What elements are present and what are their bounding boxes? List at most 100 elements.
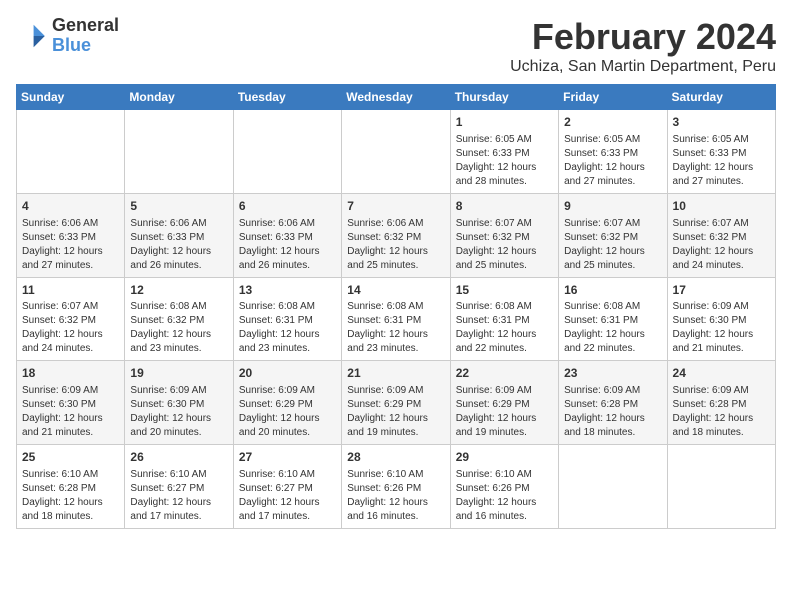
cell-info: Sunrise: 6:08 AM Sunset: 6:31 PM Dayligh… <box>564 300 661 356</box>
day-number: 12 <box>130 282 227 299</box>
day-number: 19 <box>130 365 227 382</box>
calendar-cell: 6Sunrise: 6:06 AM Sunset: 6:33 PM Daylig… <box>233 193 341 277</box>
day-number: 10 <box>673 198 770 215</box>
cell-info: Sunrise: 6:07 AM Sunset: 6:32 PM Dayligh… <box>22 300 119 356</box>
calendar-cell <box>17 110 125 194</box>
calendar-cell: 13Sunrise: 6:08 AM Sunset: 6:31 PM Dayli… <box>233 277 341 361</box>
calendar-cell: 16Sunrise: 6:08 AM Sunset: 6:31 PM Dayli… <box>559 277 667 361</box>
calendar-cell: 5 Sunrise: 6:06 AM Sunset: 6:33 PM Daylig… <box>125 193 233 277</box>
cell-info: Sunrise: 6:10 AM Sunset: 6:28 PM Dayligh… <box>22 468 119 524</box>
calendar-cell <box>233 110 341 194</box>
day-number: 18 <box>22 365 119 382</box>
day-number: 14 <box>347 282 444 299</box>
cell-info: Sunrise: 6:05 AM Sunset: 6:33 PM Dayligh… <box>564 133 661 189</box>
calendar-week-3: 11Sunrise: 6:07 AM Sunset: 6:32 PM Dayli… <box>17 277 776 361</box>
weekday-header-monday: Monday <box>125 85 233 110</box>
cell-info: Sunrise: 6:08 AM Sunset: 6:31 PM Dayligh… <box>456 300 553 356</box>
calendar-cell: 2 Sunrise: 6:05 AM Sunset: 6:33 PM Daylig… <box>559 110 667 194</box>
calendar-cell: 11Sunrise: 6:07 AM Sunset: 6:32 PM Dayli… <box>17 277 125 361</box>
calendar-cell: 9 Sunrise: 6:07 AM Sunset: 6:32 PM Daylig… <box>559 193 667 277</box>
day-number: 24 <box>673 365 770 382</box>
day-number: 4 <box>22 198 119 215</box>
cell-info: Sunrise: 6:06 AM Sunset: 6:32 PM Dayligh… <box>347 217 444 273</box>
cell-info: Sunrise: 6:10 AM Sunset: 6:26 PM Dayligh… <box>456 468 553 524</box>
header: General Blue February 2024 Uchiza, San M… <box>16 16 776 76</box>
calendar-week-2: 4 Sunrise: 6:06 AM Sunset: 6:33 PM Daylig… <box>17 193 776 277</box>
calendar-cell: 21 Sunrise: 6:09 AM Sunset: 6:29 PM Dayli… <box>342 361 450 445</box>
cell-info: Sunrise: 6:09 AM Sunset: 6:29 PM Dayligh… <box>239 384 336 440</box>
cell-info: Sunrise: 6:09 AM Sunset: 6:29 PM Dayligh… <box>456 384 553 440</box>
cell-info: Sunrise: 6:08 AM Sunset: 6:31 PM Dayligh… <box>239 300 336 356</box>
cell-info: Sunrise: 6:06 AM Sunset: 6:33 PM Dayligh… <box>130 217 227 273</box>
cell-info: Sunrise: 6:09 AM Sunset: 6:29 PM Dayligh… <box>347 384 444 440</box>
day-number: 9 <box>564 198 661 215</box>
cell-info: Sunrise: 6:07 AM Sunset: 6:32 PM Dayligh… <box>456 217 553 273</box>
day-number: 11 <box>22 282 119 299</box>
calendar-cell: 29 Sunrise: 6:10 AM Sunset: 6:26 PM Dayli… <box>450 445 558 529</box>
logo-icon <box>16 20 48 52</box>
calendar-cell: 20 Sunrise: 6:09 AM Sunset: 6:29 PM Dayli… <box>233 361 341 445</box>
cell-info: Sunrise: 6:09 AM Sunset: 6:30 PM Dayligh… <box>22 384 119 440</box>
calendar-cell: 8 Sunrise: 6:07 AM Sunset: 6:32 PM Daylig… <box>450 193 558 277</box>
weekday-header-tuesday: Tuesday <box>233 85 341 110</box>
calendar-cell: 18 Sunrise: 6:09 AM Sunset: 6:30 PM Dayli… <box>17 361 125 445</box>
calendar-cell <box>667 445 775 529</box>
weekday-header-friday: Friday <box>559 85 667 110</box>
calendar-cell: 12Sunrise: 6:08 AM Sunset: 6:32 PM Dayli… <box>125 277 233 361</box>
cell-info: Sunrise: 6:09 AM Sunset: 6:28 PM Dayligh… <box>673 384 770 440</box>
day-number: 26 <box>130 449 227 466</box>
cell-info: Sunrise: 6:06 AM Sunset: 6:33 PM Dayligh… <box>22 217 119 273</box>
cell-info: Sunrise: 6:07 AM Sunset: 6:32 PM Dayligh… <box>564 217 661 273</box>
calendar-cell: 27Sunrise: 6:10 AM Sunset: 6:27 PM Dayli… <box>233 445 341 529</box>
day-number: 28 <box>347 449 444 466</box>
day-number: 7 <box>347 198 444 215</box>
calendar-cell <box>342 110 450 194</box>
cell-info: Sunrise: 6:05 AM Sunset: 6:33 PM Dayligh… <box>673 133 770 189</box>
day-number: 25 <box>22 449 119 466</box>
cell-info: Sunrise: 6:09 AM Sunset: 6:30 PM Dayligh… <box>673 300 770 356</box>
calendar-cell: 3 Sunrise: 6:05 AM Sunset: 6:33 PM Daylig… <box>667 110 775 194</box>
day-number: 17 <box>673 282 770 299</box>
calendar-cell: 26 Sunrise: 6:10 AM Sunset: 6:27 PM Dayli… <box>125 445 233 529</box>
cell-info: Sunrise: 6:10 AM Sunset: 6:27 PM Dayligh… <box>130 468 227 524</box>
day-number: 13 <box>239 282 336 299</box>
subtitle: Uchiza, San Martin Department, Peru <box>510 58 776 76</box>
weekday-header-wednesday: Wednesday <box>342 85 450 110</box>
weekday-header-sunday: Sunday <box>17 85 125 110</box>
day-number: 16 <box>564 282 661 299</box>
calendar-week-1: 1 Sunrise: 6:05 AM Sunset: 6:33 PM Daylig… <box>17 110 776 194</box>
calendar-table: SundayMondayTuesdayWednesdayThursdayFrid… <box>16 84 776 529</box>
day-number: 3 <box>673 114 770 131</box>
calendar-cell: 22Sunrise: 6:09 AM Sunset: 6:29 PM Dayli… <box>450 361 558 445</box>
logo-text: General Blue <box>52 16 119 56</box>
calendar-cell: 14Sunrise: 6:08 AM Sunset: 6:31 PM Dayli… <box>342 277 450 361</box>
cell-info: Sunrise: 6:05 AM Sunset: 6:33 PM Dayligh… <box>456 133 553 189</box>
calendar-cell: 4 Sunrise: 6:06 AM Sunset: 6:33 PM Daylig… <box>17 193 125 277</box>
day-number: 23 <box>564 365 661 382</box>
calendar-cell: 7 Sunrise: 6:06 AM Sunset: 6:32 PM Daylig… <box>342 193 450 277</box>
cell-info: Sunrise: 6:08 AM Sunset: 6:32 PM Dayligh… <box>130 300 227 356</box>
calendar-cell: 17Sunrise: 6:09 AM Sunset: 6:30 PM Dayli… <box>667 277 775 361</box>
calendar-cell: 1 Sunrise: 6:05 AM Sunset: 6:33 PM Daylig… <box>450 110 558 194</box>
main-title: February 2024 <box>510 16 776 58</box>
calendar-cell: 19Sunrise: 6:09 AM Sunset: 6:30 PM Dayli… <box>125 361 233 445</box>
title-area: February 2024 Uchiza, San Martin Departm… <box>510 16 776 76</box>
calendar-cell: 24 Sunrise: 6:09 AM Sunset: 6:28 PM Dayli… <box>667 361 775 445</box>
calendar-cell: 25 Sunrise: 6:10 AM Sunset: 6:28 PM Dayli… <box>17 445 125 529</box>
day-number: 29 <box>456 449 553 466</box>
calendar-week-4: 18 Sunrise: 6:09 AM Sunset: 6:30 PM Dayli… <box>17 361 776 445</box>
day-number: 8 <box>456 198 553 215</box>
calendar-week-5: 25 Sunrise: 6:10 AM Sunset: 6:28 PM Dayli… <box>17 445 776 529</box>
calendar-cell <box>125 110 233 194</box>
day-number: 20 <box>239 365 336 382</box>
day-number: 21 <box>347 365 444 382</box>
logo: General Blue <box>16 16 119 56</box>
cell-info: Sunrise: 6:10 AM Sunset: 6:26 PM Dayligh… <box>347 468 444 524</box>
calendar-cell: 23Sunrise: 6:09 AM Sunset: 6:28 PM Dayli… <box>559 361 667 445</box>
calendar-cell: 15Sunrise: 6:08 AM Sunset: 6:31 PM Dayli… <box>450 277 558 361</box>
day-number: 5 <box>130 198 227 215</box>
cell-info: Sunrise: 6:07 AM Sunset: 6:32 PM Dayligh… <box>673 217 770 273</box>
day-number: 1 <box>456 114 553 131</box>
day-number: 2 <box>564 114 661 131</box>
cell-info: Sunrise: 6:08 AM Sunset: 6:31 PM Dayligh… <box>347 300 444 356</box>
